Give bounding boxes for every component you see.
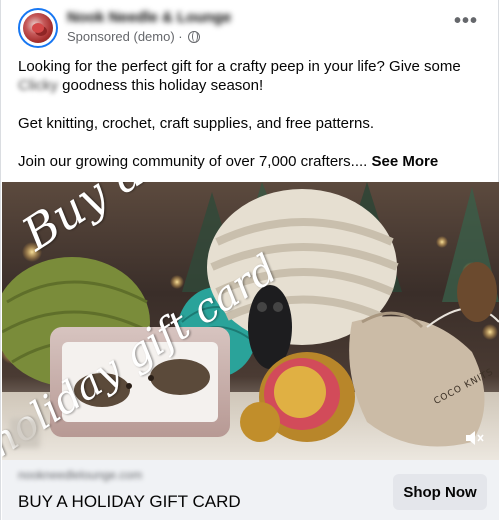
body-blurred-word: Clicky xyxy=(18,77,58,94)
shop-now-button[interactable]: Shop Now xyxy=(393,474,487,510)
post-body: Looking for the perfect gift for a craft… xyxy=(18,57,488,190)
speaker-muted-icon[interactable] xyxy=(465,430,485,446)
blurred-watermark xyxy=(10,418,40,448)
post-header: Nook Needle & Lounge Sponsored (demo) · … xyxy=(1,0,499,54)
cta-title[interactable]: BUY A HOLIDAY GIFT CARD xyxy=(18,492,241,512)
page-avatar[interactable] xyxy=(18,8,58,48)
body-text-1a: Looking for the perfect gift for a craft… xyxy=(18,58,461,75)
page-name[interactable]: Nook Needle & Lounge xyxy=(67,9,231,26)
globe-icon xyxy=(187,30,200,43)
ad-image[interactable]: Buy a holiday gift card xyxy=(2,182,499,460)
body-paragraph-1: Looking for the perfect gift for a craft… xyxy=(18,57,488,95)
cta-url[interactable]: nookneedlelounge.com xyxy=(18,468,142,482)
more-dots-icon[interactable]: ••• xyxy=(454,11,478,31)
body-paragraph-2: Get knitting, crochet, craft supplies, a… xyxy=(18,115,375,132)
body-paragraph-3: Join our growing community of over 7,000… xyxy=(18,152,488,171)
sponsored-post-card: Nook Needle & Lounge Sponsored (demo) · … xyxy=(0,0,499,520)
avatar-image xyxy=(23,13,53,43)
body-text-1b: goodness this holiday season! xyxy=(58,77,264,94)
see-more-link[interactable]: See More xyxy=(372,153,439,170)
post-meta: Sponsored (demo) · xyxy=(67,29,200,44)
cta-bar[interactable]: nookneedlelounge.com BUY A HOLIDAY GIFT … xyxy=(2,460,499,520)
body-text-3: Join our growing community of over 7,000… xyxy=(18,153,372,170)
sponsored-label[interactable]: Sponsored (demo) · xyxy=(67,29,183,44)
